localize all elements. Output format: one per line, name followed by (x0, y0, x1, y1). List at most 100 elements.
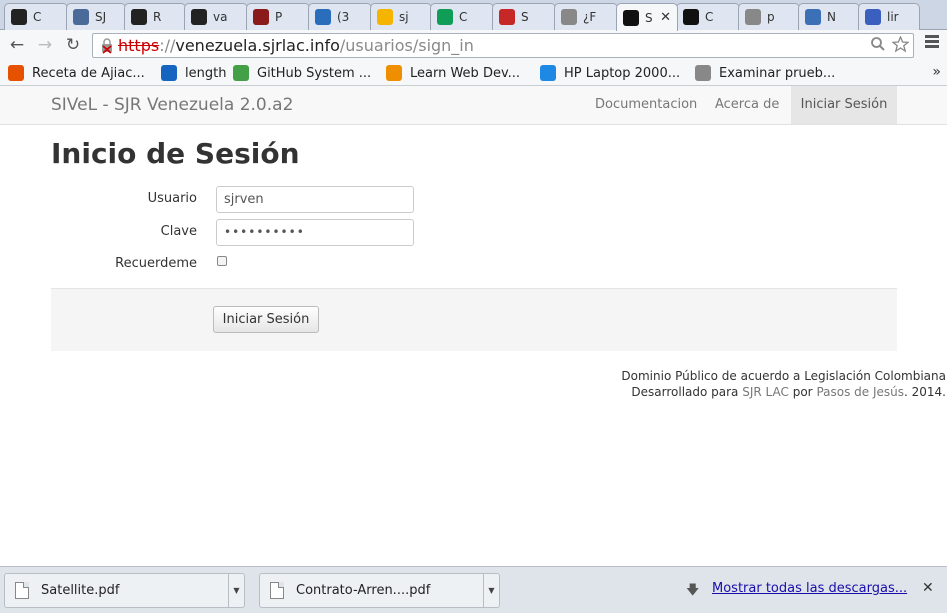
browser-tab[interactable]: P (246, 3, 310, 30)
github-icon (191, 9, 207, 25)
tab-title: ¿F (583, 10, 597, 24)
document-icon (73, 9, 89, 25)
horse-icon (253, 9, 269, 25)
footer-credits: Desarrollado para SJR LAC por Pasos de J… (621, 384, 946, 400)
file-icon (270, 582, 284, 599)
tab-title: sj (399, 10, 409, 24)
back-button[interactable]: ← (6, 34, 28, 56)
chevron-down-icon[interactable]: ▼ (483, 574, 499, 607)
bookmark-item[interactable]: length (161, 65, 226, 81)
sign-in-button[interactable]: Iniciar Sesión (213, 306, 319, 333)
page-title: Inicio de Sesión (51, 137, 300, 170)
s-logo-icon (499, 9, 515, 25)
footer-link-pasos[interactable]: Pasos de Jesús (816, 385, 904, 399)
bookmark-item[interactable]: HP Laptop 2000... (540, 65, 680, 81)
password-input[interactable]: •••••••••• (216, 219, 414, 246)
bookmark-item[interactable]: Receta de Ajiac... (8, 65, 145, 81)
browser-tab[interactable]: va (184, 3, 248, 30)
site-brand[interactable]: SIVeL - SJR Venezuela 2.0.a2 (51, 95, 293, 115)
firefox-icon (386, 65, 402, 81)
sheets-icon (437, 9, 453, 25)
bookmarks-overflow-icon[interactable]: » (932, 64, 941, 80)
browser-toolbar: ← → ↻ https :// venezuela.sjrlac.info /u… (0, 30, 947, 60)
user-label: Usuario (147, 191, 197, 206)
tab-title: va (213, 10, 228, 24)
reload-button[interactable]: ↻ (62, 34, 84, 56)
globe-icon (315, 9, 331, 25)
browser-tab[interactable]: R (124, 3, 186, 30)
remember-checkbox[interactable] (217, 256, 227, 266)
show-all-downloads-link[interactable]: Mostrar todas las descargas... (712, 581, 907, 596)
close-tab-icon[interactable]: ✕ (660, 10, 671, 25)
page-icon (695, 65, 711, 81)
tab-title: p (767, 10, 775, 24)
tab-title: C (705, 10, 714, 24)
address-bar[interactable]: https :// venezuela.sjrlac.info /usuario… (92, 33, 914, 58)
tab-title: C (33, 10, 42, 24)
footer-prefix: Desarrollado para (631, 385, 739, 399)
bookmarks-bar: » Receta de Ajiac... length GitHub System … (0, 60, 947, 86)
browser-tab[interactable]: p (738, 3, 800, 30)
bookmark-label: length (185, 65, 227, 81)
footer-license: Dominio Público de acuerdo a Legislación… (621, 369, 946, 383)
browser-tab[interactable]: C (4, 3, 68, 30)
file-icon (15, 582, 29, 599)
insecure-lock-icon (99, 37, 115, 54)
browser-tab[interactable]: C (676, 3, 740, 30)
url-scheme: https (118, 36, 160, 55)
tab-strip: C SJ Rva P (3 sj C S ¿F S ✕ Cp Nlir (0, 0, 947, 31)
site-navbar: SIVeL - SJR Venezuela 2.0.a2 Documentaci… (0, 86, 947, 125)
footer-suffix: . 2014. (904, 385, 946, 399)
github-green-icon (233, 65, 249, 81)
bookmark-item[interactable]: GitHub System ... (233, 65, 371, 81)
bookmark-label: Receta de Ajiac... (32, 65, 145, 81)
tab-title: S (521, 10, 529, 24)
bookmark-label: HP Laptop 2000... (564, 65, 681, 81)
bookmark-item[interactable]: Examinar prueb... (695, 65, 835, 81)
download-arrow-icon: 🡇 (686, 583, 700, 598)
bookmark-item[interactable]: Learn Web Dev... (386, 65, 520, 81)
tab-title: N (827, 10, 836, 24)
tab-title: lir (887, 10, 899, 24)
remember-label: Recuerdeme (115, 256, 197, 271)
bookmark-label: Learn Web Dev... (410, 65, 521, 81)
tab-title: R (153, 10, 162, 24)
browser-tab[interactable]: N (798, 3, 860, 30)
url-host: venezuela.sjrlac.info (175, 36, 340, 55)
download-item[interactable]: Satellite.pdf ▼ (4, 573, 245, 608)
chevron-down-icon[interactable]: ▼ (228, 574, 244, 607)
browser-tab[interactable]: lir (858, 3, 920, 30)
footer-link-sjr-lac[interactable]: SJR LAC (742, 385, 789, 399)
hand-icon (805, 9, 821, 25)
menu-icon[interactable] (925, 35, 939, 50)
letter-a-icon (865, 9, 881, 25)
browser-tab[interactable]: S ✕ (616, 3, 678, 31)
download-item[interactable]: Contrato-Arren....pdf ▼ (259, 573, 500, 608)
username-input[interactable]: sjrven (216, 186, 414, 213)
browser-tab[interactable]: SJ (66, 3, 126, 30)
browser-tab[interactable]: (3 (308, 3, 372, 30)
browser-tab[interactable]: C (430, 3, 494, 30)
tab-title: (3 (337, 10, 350, 24)
tab-title: C (459, 10, 468, 24)
drive-icon (377, 9, 393, 25)
search-icon[interactable] (870, 36, 886, 58)
browser-tab[interactable]: sj (370, 3, 432, 30)
nav-iniciar-sesion[interactable]: Iniciar Sesión (791, 86, 897, 124)
url-separator: :// (159, 36, 176, 55)
info-icon (540, 65, 556, 81)
footer-middle: por (792, 385, 813, 399)
sjr-icon (683, 9, 699, 25)
download-filename: Contrato-Arren....pdf (296, 583, 431, 598)
form-actions (51, 288, 897, 351)
browser-tab[interactable]: S (492, 3, 556, 30)
recipe-icon (8, 65, 24, 81)
download-filename: Satellite.pdf (41, 583, 120, 598)
star-icon[interactable] (891, 35, 910, 58)
close-icon[interactable]: ✕ (922, 580, 934, 596)
nav-documentacion[interactable]: Documentacion (582, 86, 710, 124)
browser-tab[interactable]: ¿F (554, 3, 618, 30)
nav-acerca-de[interactable]: Acerca de (702, 86, 792, 124)
github-icon (11, 9, 27, 25)
forward-button[interactable]: → (34, 34, 56, 56)
